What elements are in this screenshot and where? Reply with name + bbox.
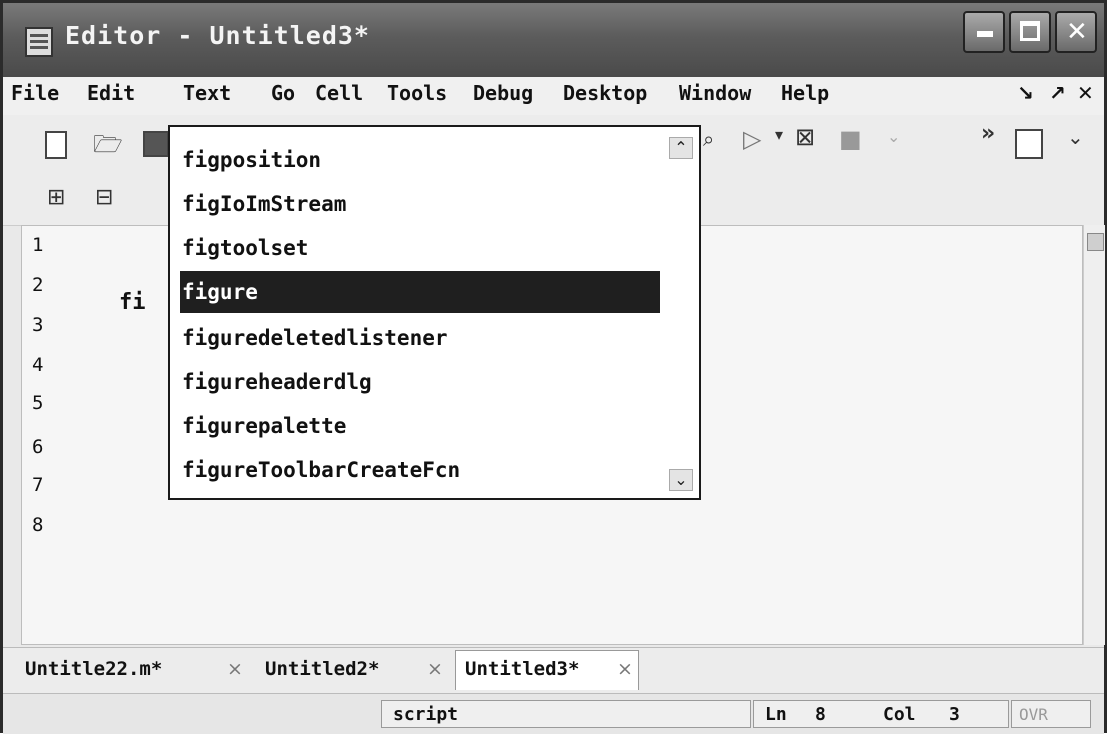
line-number: 1 [32, 234, 44, 256]
completion-item-selected[interactable]: figure [180, 271, 660, 313]
close-icon: ✕ [1066, 17, 1088, 47]
vertical-scrollbar[interactable] [1083, 225, 1105, 645]
line-number: 7 [32, 474, 44, 496]
status-ln-value: 8 [815, 704, 826, 725]
title-bar[interactable]: Editor - Untitled3* ✕ [3, 3, 1104, 77]
completion-item[interactable]: figurepalette [180, 405, 660, 447]
app-icon [25, 27, 53, 57]
menu-edit[interactable]: Edit [87, 81, 135, 105]
status-position-field [753, 700, 1009, 728]
find-icon[interactable]: ⌕ [703, 127, 714, 151]
tab-close-icon[interactable]: × [427, 658, 443, 680]
tab-close-icon[interactable]: × [227, 658, 243, 680]
minimize-button[interactable] [963, 11, 1005, 53]
maximize-button[interactable] [1009, 11, 1051, 53]
status-mode: script [393, 704, 459, 725]
line-number: 4 [32, 354, 44, 376]
document-tabs: Untitle22.m* × Untitled2* × Untitled3* × [3, 647, 1104, 694]
completion-item[interactable]: figureToolbarCreateFcn [180, 449, 660, 491]
window-title: Editor - Untitled3* [65, 21, 370, 50]
line-number: 6 [32, 436, 44, 458]
line-number: 3 [32, 314, 44, 336]
more-tools-icon[interactable]: » [981, 121, 995, 146]
status-ovr: OVR [1019, 705, 1048, 724]
step-icon[interactable]: ⊠ [795, 123, 815, 151]
menu-window[interactable]: Window [679, 81, 751, 105]
completion-item[interactable]: figuredeletedlistener [180, 317, 660, 359]
completion-item[interactable]: figposition [180, 139, 660, 181]
open-file-icon[interactable]: 🗁 [93, 127, 123, 168]
menu-go[interactable]: Go [271, 81, 295, 105]
tab-untitle22[interactable]: Untitle22.m* [25, 658, 162, 680]
step-in-icon[interactable]: ■ [839, 125, 862, 153]
completion-item[interactable]: figIoImStream [180, 183, 660, 225]
run-dropdown-icon[interactable]: ▾ [775, 125, 783, 144]
cell-insert-icon[interactable]: ⊞ [47, 185, 65, 210]
status-bar: script Ln 8 Col 3 OVR [3, 693, 1104, 734]
maximize-icon [1020, 21, 1040, 41]
status-col-value: 3 [949, 704, 960, 725]
line-number: 8 [32, 514, 44, 536]
editor-window: Editor - Untitled3* ✕ File Edit Text Go … [0, 0, 1107, 734]
run-icon[interactable]: ▷ [743, 125, 761, 153]
line-number: 5 [32, 392, 44, 414]
status-ln-label: Ln [765, 704, 787, 725]
tab-close-icon[interactable]: × [617, 658, 633, 680]
minimize-icon [977, 31, 993, 37]
autocomplete-popup[interactable]: figposition figIoImStream figtoolset fig… [168, 125, 701, 500]
save-icon[interactable] [143, 131, 169, 157]
menu-debug[interactable]: Debug [473, 81, 533, 105]
new-file-icon[interactable] [45, 131, 67, 159]
tab-untitled2[interactable]: Untitled2* [265, 658, 379, 680]
line-number: 2 [32, 274, 44, 296]
menu-bar: File Edit Text Go Cell Tools Debug Deskt… [3, 77, 1104, 116]
tab-untitled3[interactable]: Untitled3* [465, 658, 579, 680]
layout-icon[interactable] [1015, 129, 1043, 159]
scroll-up-icon[interactable]: ⌃ [669, 137, 693, 159]
close-button[interactable]: ✕ [1055, 11, 1097, 53]
menu-desktop[interactable]: Desktop [563, 81, 647, 105]
close-doc-icon[interactable]: ✕ [1077, 81, 1094, 105]
undock-icon[interactable]: ↗ [1049, 81, 1066, 105]
menu-cell[interactable]: Cell [315, 81, 363, 105]
chevron-down-icon[interactable]: ⌄ [1067, 125, 1084, 149]
completion-item[interactable]: figtoolset [180, 227, 660, 269]
cell-delete-icon[interactable]: ⊟ [95, 185, 113, 210]
status-col-label: Col [883, 704, 916, 725]
menu-file[interactable]: File [11, 81, 59, 105]
menu-text[interactable]: Text [183, 81, 231, 105]
stack-dropdown-icon[interactable]: ⌄ [887, 127, 900, 146]
dock-icon[interactable]: ↘ [1017, 81, 1034, 105]
menu-help[interactable]: Help [781, 81, 829, 105]
code-line-text: fi [119, 290, 146, 315]
scroll-down-icon[interactable]: ⌄ [669, 469, 693, 491]
scrollbar-thumb[interactable] [1087, 233, 1104, 251]
menu-tools[interactable]: Tools [387, 81, 447, 105]
completion-item[interactable]: figureheaderdlg [180, 361, 660, 403]
